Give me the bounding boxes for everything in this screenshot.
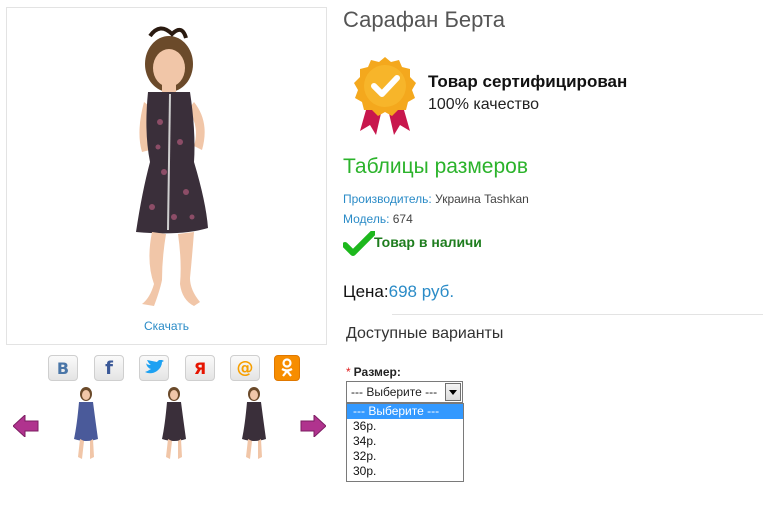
required-mark: * xyxy=(346,365,351,379)
size-option[interactable]: --- Выберите --- xyxy=(347,404,463,419)
prev-arrow-icon[interactable] xyxy=(13,415,39,437)
product-title: Сарафан Берта xyxy=(343,7,505,32)
model-value: 674 xyxy=(392,212,413,226)
dropdown-arrow-icon[interactable] xyxy=(445,383,461,401)
size-option[interactable]: 30р. xyxy=(347,464,463,479)
price-label: Цена: xyxy=(343,282,389,301)
product-photo[interactable] xyxy=(102,22,232,314)
thumbnail-3[interactable] xyxy=(234,385,274,461)
size-label-text: Размер: xyxy=(353,365,401,379)
price: Цена:698 руб. xyxy=(343,282,454,302)
size-option[interactable]: 32р. xyxy=(347,449,463,464)
mail-icon[interactable]: @ xyxy=(230,355,260,381)
size-option[interactable]: 36р. xyxy=(347,419,463,434)
product-image-frame[interactable]: Скачать xyxy=(6,7,327,345)
yandex-icon[interactable]: Я xyxy=(185,355,215,381)
manufacturer-value: Украина Tashkan xyxy=(435,192,529,206)
twitter-icon[interactable] xyxy=(139,355,169,381)
variants-heading: Доступные варианты xyxy=(346,325,504,342)
size-option[interactable]: 34р. xyxy=(347,434,463,449)
price-value: 698 руб. xyxy=(388,282,455,301)
checkmark-icon xyxy=(343,231,375,256)
size-select-value: --- Выберите --- xyxy=(351,385,438,399)
facebook-icon[interactable]: f xyxy=(94,355,124,381)
thumbnail-1[interactable] xyxy=(66,385,106,461)
manufacturer-label[interactable]: Производитель: xyxy=(343,192,432,206)
size-option-label: * Размер: xyxy=(346,365,401,379)
download-link[interactable]: Скачать xyxy=(7,319,326,333)
model-row: Модель: 674 xyxy=(343,212,413,226)
size-options-list: --- Выберите --- 36р. 34р. 32р. 30р. xyxy=(346,403,464,482)
next-arrow-icon[interactable] xyxy=(300,415,326,437)
size-select[interactable]: --- Выберите --- xyxy=(346,381,463,403)
size-table-link[interactable]: Таблицы размеров xyxy=(343,155,528,179)
model-label: Модель: xyxy=(343,212,390,226)
certificate-title: Товар сертифицирован xyxy=(428,72,628,91)
certificate-subtitle: 100% качество xyxy=(428,96,540,113)
odnoklassniki-icon[interactable] xyxy=(274,355,300,381)
thumbnail-2[interactable] xyxy=(154,385,194,461)
certificate-badge-icon xyxy=(354,57,416,135)
stock-status: Товар в наличи xyxy=(374,234,482,250)
vkontakte-icon[interactable]: В xyxy=(48,355,78,381)
divider xyxy=(392,314,763,315)
manufacturer-row: Производитель: Украина Tashkan xyxy=(343,192,529,206)
